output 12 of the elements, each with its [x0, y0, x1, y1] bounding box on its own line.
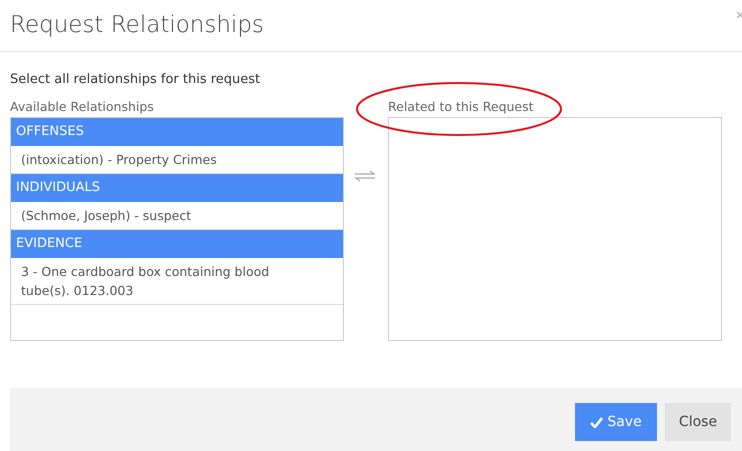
dialog-title: Request Relationships [0, 0, 742, 52]
instruction-text: Select all relationships for this request [9, 71, 262, 89]
relationship-item[interactable]: 3 - One cardboard box containing blood tube(s). 0123.003 [11, 258, 343, 306]
close-icon[interactable] [737, 10, 742, 20]
group-heading: OFFENSES [11, 118, 343, 146]
list-label: Available Relationships [10, 98, 155, 116]
group-heading: EVIDENCE [11, 230, 343, 258]
check-icon [590, 416, 604, 428]
group-heading: INDIVIDUALS [11, 174, 343, 202]
list-label: Related to this Request [388, 98, 535, 116]
transfer-icon[interactable] [354, 170, 376, 182]
close-button[interactable]: Close [665, 403, 731, 441]
